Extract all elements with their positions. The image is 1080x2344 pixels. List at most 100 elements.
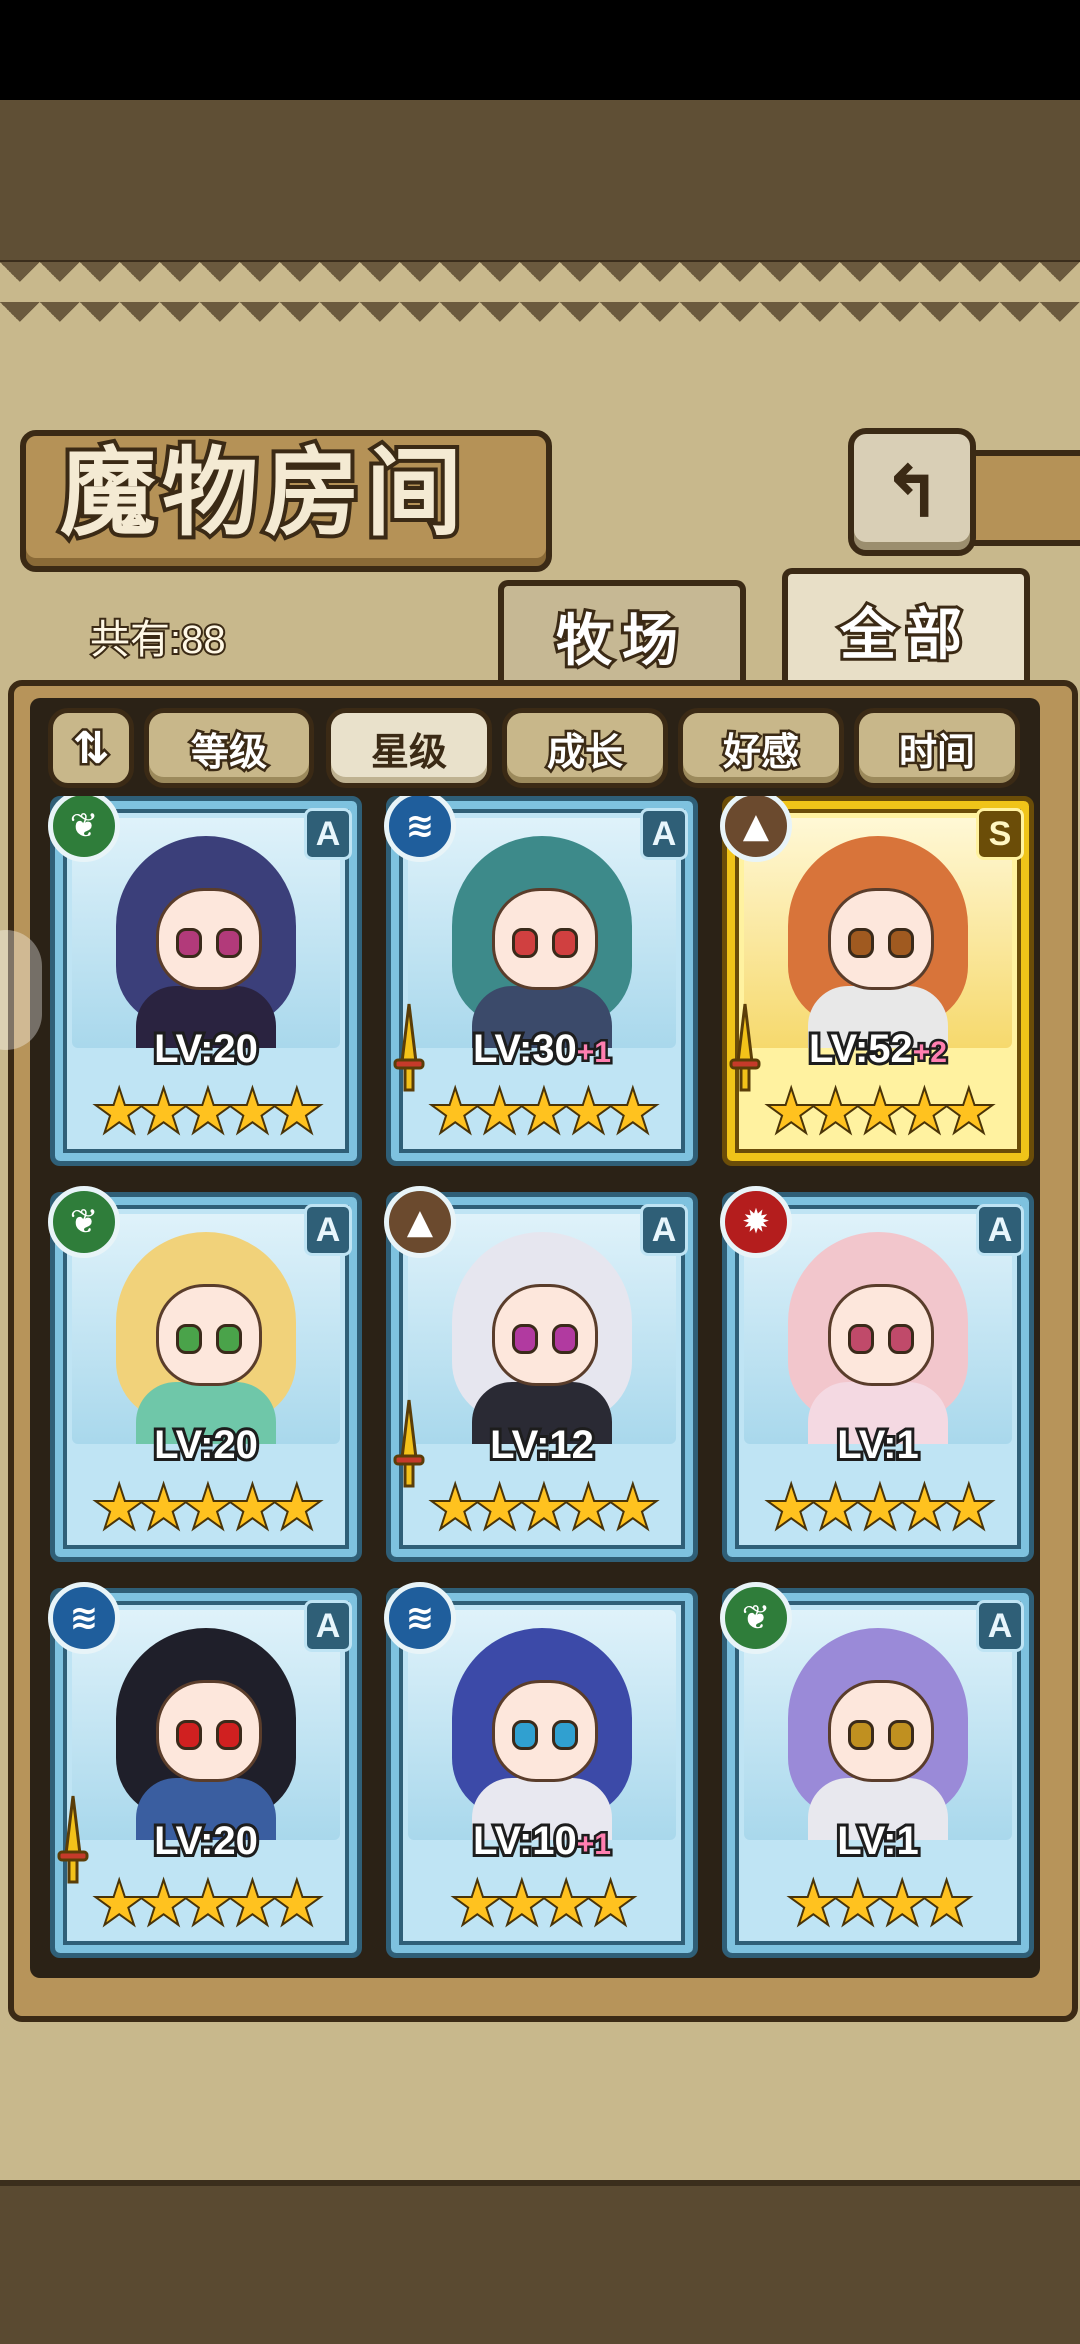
rank-badge: S	[976, 808, 1024, 860]
parchment-edge	[0, 262, 1080, 322]
portrait-eye	[552, 928, 578, 958]
monster-portrait	[408, 1610, 676, 1840]
portrait-eye	[552, 1720, 578, 1750]
leaf-element-icon: ❦	[720, 1582, 792, 1654]
portrait-face	[828, 1284, 934, 1386]
monster-level: LV:52+2	[722, 1024, 1034, 1074]
monster-card[interactable]: ❦ A LV:20 ★★★★★	[48, 1186, 362, 1562]
rank-badge: A	[304, 808, 352, 860]
monster-level: LV:12	[386, 1420, 698, 1470]
star-rating: ★★★★★	[429, 1080, 659, 1144]
monster-card[interactable]: ❦ A LV:20 ★★★★★	[48, 796, 362, 1166]
monster-portrait	[744, 1610, 1012, 1840]
rank-badge: A	[640, 1204, 688, 1256]
rank-badge: A	[304, 1600, 352, 1652]
portrait-eye	[888, 928, 914, 958]
monster-level: LV:10+1	[386, 1816, 698, 1866]
monster-portrait	[72, 1610, 340, 1840]
portrait-eye	[216, 1324, 242, 1354]
portrait-eye	[552, 1324, 578, 1354]
portrait-eye	[848, 1720, 874, 1750]
level-bonus: +2	[910, 1034, 949, 1072]
monster-level: LV:20	[50, 1816, 362, 1866]
portrait-face	[156, 888, 262, 990]
monster-card[interactable]: ▲ A LV:12 ★★★★★	[384, 1186, 698, 1562]
level-value: LV:52	[806, 1024, 916, 1074]
leaf-element-icon: ❦	[48, 1186, 120, 1258]
monster-portrait	[744, 818, 1012, 1048]
water-element-icon: ≋	[384, 1582, 456, 1654]
monster-card[interactable]: ≋ A LV:20 ★★★★★	[48, 1582, 362, 1958]
fire-element-icon: ✹	[720, 1186, 792, 1258]
monster-portrait	[408, 818, 676, 1048]
portrait-eye	[888, 1720, 914, 1750]
filter-growth-button[interactable]: 成长	[502, 708, 668, 788]
portrait-eye	[512, 1324, 538, 1354]
monster-level: LV:1	[722, 1816, 1034, 1866]
portrait-eye	[848, 1324, 874, 1354]
portrait-eye	[216, 1720, 242, 1750]
level-value: LV:1	[834, 1816, 921, 1866]
level-bonus: +1	[574, 1034, 613, 1072]
portrait-face	[156, 1284, 262, 1386]
star-rating: ★★★★★	[765, 1080, 995, 1144]
monster-portrait	[408, 1214, 676, 1444]
monster-level: LV:30+1	[386, 1024, 698, 1074]
monster-portrait	[744, 1214, 1012, 1444]
monster-grid: ❦ A LV:20 ★★★★★ ≋ A LV:30+1 ★★★★★ ▲ S LV:52+2 ★★★★★…	[36, 796, 1036, 1966]
portrait-face	[492, 888, 598, 990]
filter-stars-button[interactable]: 星级	[326, 708, 492, 788]
star-rating: ★★★★	[787, 1872, 973, 1936]
level-value: LV:20	[151, 1024, 261, 1074]
level-value: LV:10	[470, 1816, 580, 1866]
filter-time-button[interactable]: 时间	[854, 708, 1020, 788]
monster-card[interactable]: ✹ A LV:1 ★★★★★	[720, 1186, 1034, 1562]
back-button[interactable]: ↰	[848, 428, 976, 556]
star-rating: ★★★★★	[93, 1476, 323, 1540]
bottom-map-strip	[0, 2180, 1080, 2344]
earth-element-icon: ▲	[384, 1186, 456, 1258]
portrait-eye	[176, 1720, 202, 1750]
star-rating: ★★★★★	[93, 1080, 323, 1144]
level-value: LV:20	[151, 1816, 261, 1866]
rank-badge: A	[976, 1600, 1024, 1652]
rank-badge: A	[640, 808, 688, 860]
portrait-eye	[176, 1324, 202, 1354]
level-value: LV:30	[470, 1024, 580, 1074]
back-button-rail	[960, 450, 1080, 546]
portrait-face	[492, 1680, 598, 1782]
portrait-face	[828, 1680, 934, 1782]
star-rating: ★★★★★	[765, 1476, 995, 1540]
monster-card[interactable]: ❦ A LV:1 ★★★★	[720, 1582, 1034, 1958]
level-value: LV:20	[151, 1420, 261, 1470]
portrait-eye	[512, 928, 538, 958]
level-value: LV:12	[487, 1420, 597, 1470]
star-rating: ★★★★	[451, 1872, 637, 1936]
star-rating: ★★★★★	[93, 1872, 323, 1936]
page-title: 魔物房间	[56, 432, 468, 553]
tab-ranch[interactable]: 牧场	[498, 580, 746, 686]
rank-badge: A	[304, 1204, 352, 1256]
monster-card[interactable]: ≋ A LV:30+1 ★★★★★	[384, 796, 698, 1166]
monster-count: 共有:88	[88, 616, 228, 664]
portrait-eye	[888, 1324, 914, 1354]
side-drawer-handle[interactable]	[0, 930, 42, 1050]
tab-all[interactable]: 全部	[782, 568, 1030, 686]
star-rating: ★★★★★	[429, 1476, 659, 1540]
portrait-face	[156, 1680, 262, 1782]
monster-level: LV:1	[722, 1420, 1034, 1470]
portrait-eye	[512, 1720, 538, 1750]
monster-portrait	[72, 818, 340, 1048]
filter-affection-button[interactable]: 好感	[678, 708, 844, 788]
water-element-icon: ≋	[48, 1582, 120, 1654]
sort-toggle-button[interactable]: ⇅	[48, 708, 134, 788]
monster-portrait	[72, 1214, 340, 1444]
sort-toggle-icon: ⇅	[70, 720, 112, 776]
portrait-eye	[848, 928, 874, 958]
monster-card[interactable]: ≋ LV:10+1 ★★★★	[384, 1582, 698, 1958]
monster-card[interactable]: ▲ S LV:52+2 ★★★★★	[720, 796, 1034, 1166]
portrait-face	[828, 888, 934, 990]
level-value: LV:1	[834, 1420, 921, 1470]
filter-level-button[interactable]: 等级	[144, 708, 314, 788]
top-map-strip	[0, 100, 1080, 266]
